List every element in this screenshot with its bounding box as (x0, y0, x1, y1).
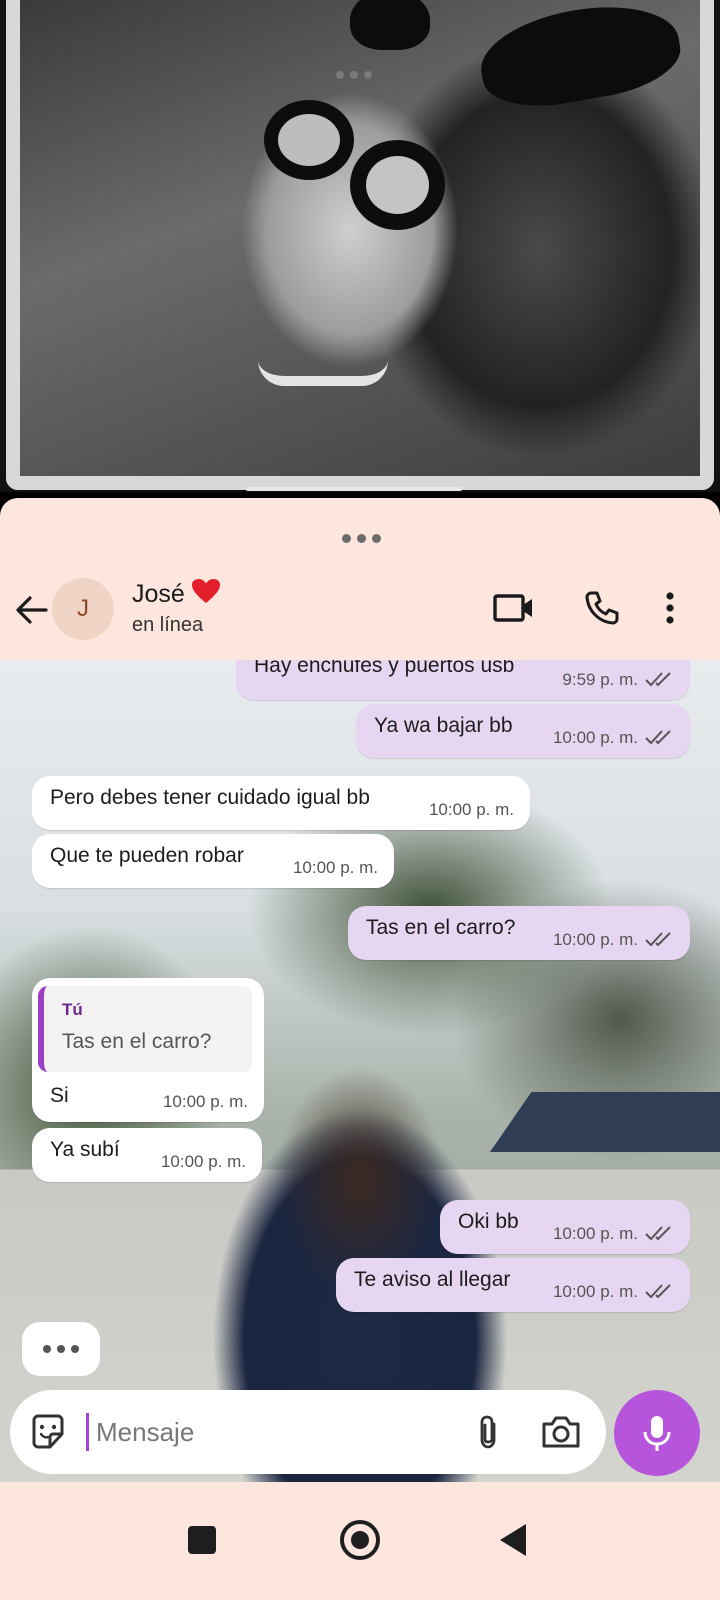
double-check-icon (645, 672, 671, 687)
message-text: Ya subí (50, 1138, 120, 1161)
double-check-icon (645, 730, 671, 745)
home-button[interactable] (340, 1520, 380, 1560)
chat-window: J José en línea Hay enchufes y puertos u… (0, 498, 720, 1600)
quoted-text: Tas en el carro? (62, 1030, 212, 1053)
message-outgoing[interactable]: Te aviso al llegar 10:00 p. m. (336, 1258, 690, 1312)
mic-icon (643, 1416, 671, 1451)
mask-ear-left (350, 0, 430, 50)
message-time: 10:00 p. m. (428, 800, 514, 819)
contact-status: en línea (132, 614, 204, 636)
message-time: 10:00 p. m. (552, 1282, 638, 1301)
avatar-letter: J (77, 595, 89, 622)
message-text: Que te pueden robar (50, 844, 244, 867)
message-time: 10:00 p. m. (552, 930, 638, 949)
video-call-button[interactable] (492, 588, 536, 633)
message-text: Te aviso al llegar (354, 1268, 511, 1291)
message-incoming[interactable]: Ya subí 10:00 p. m. (32, 1128, 262, 1182)
quoted-author: Tú (62, 1000, 83, 1019)
paperclip-icon (480, 1415, 496, 1449)
top-split-app (0, 0, 720, 492)
message-incoming[interactable]: Pero debes tener cuidado igual bb 10:00 … (32, 776, 530, 830)
mask-eye-left (264, 100, 354, 180)
camera-icon (542, 1416, 580, 1448)
recents-button[interactable] (188, 1526, 216, 1554)
voice-call-button[interactable] (582, 588, 622, 633)
message-time: 10:00 p. m. (162, 1092, 248, 1111)
message-incoming[interactable]: Que te pueden robar 10:00 p. m. (32, 834, 394, 888)
message-outgoing[interactable]: Ya wa bajar bb 10:00 p. m. (356, 704, 690, 758)
message-text: Si (50, 1084, 69, 1107)
red-heart-icon (191, 579, 220, 603)
top-app-handle-dots[interactable] (336, 71, 372, 79)
system-nav-bar (0, 1482, 720, 1600)
contact-name[interactable]: José (132, 578, 221, 609)
message-outgoing[interactable]: Hay enchufes y puertos usb 9:59 p. m. (236, 660, 690, 700)
chat-header: J José en línea (0, 570, 720, 660)
video-call-icon (493, 594, 532, 622)
mask-ear-right (473, 0, 687, 117)
typing-indicator (22, 1322, 100, 1376)
phone-icon (585, 591, 619, 625)
message-text: Pero debes tener cuidado igual bb (50, 786, 370, 809)
message-text: Oki bb (458, 1210, 519, 1233)
avatar[interactable]: J (52, 578, 114, 640)
arrow-left-icon (16, 596, 48, 624)
message-time: 10:00 p. m. (292, 858, 378, 877)
chat-app-handle-dots[interactable] (342, 534, 381, 543)
message-text: Tas en el carro? (366, 916, 516, 939)
message-time: 10:00 p. m. (160, 1152, 246, 1171)
message-outgoing[interactable]: Oki bb 10:00 p. m. (440, 1200, 690, 1254)
text-caret (86, 1413, 89, 1451)
message-time: 10:00 p. m. (552, 728, 638, 747)
more-vert-icon (666, 592, 674, 624)
message-input[interactable] (96, 1402, 456, 1462)
message-outgoing[interactable]: Tas en el carro? 10:00 p. m. (348, 906, 690, 960)
sticker-button[interactable] (28, 1412, 68, 1457)
back-button[interactable] (12, 590, 52, 630)
more-options-button[interactable] (664, 588, 676, 633)
double-check-icon (645, 1226, 671, 1241)
message-time: 10:00 p. m. (552, 1224, 638, 1243)
system-back-button[interactable] (500, 1524, 526, 1556)
quoted-message[interactable]: Tú Tas en el carro? (38, 986, 252, 1072)
message-time: 9:59 p. m. (562, 670, 638, 689)
mask-eye-right (350, 140, 445, 230)
message-text: Ya wa bajar bb (374, 714, 513, 737)
message-composer (10, 1390, 606, 1474)
double-check-icon (645, 1284, 671, 1299)
message-text: Hay enchufes y puertos usb (254, 660, 515, 677)
split-screen-divider[interactable] (246, 487, 462, 491)
necklace (258, 360, 388, 386)
chat-wallpaper: Hay enchufes y puertos usb 9:59 p. m. Ya… (0, 660, 720, 1482)
camera-button[interactable] (540, 1412, 582, 1457)
attach-button[interactable] (468, 1412, 508, 1457)
wallpaper-roof (490, 1092, 720, 1152)
sticker-icon (32, 1414, 64, 1449)
message-incoming-reply[interactable]: Tú Tas en el carro? Si 10:00 p. m. (32, 978, 264, 1122)
voice-message-button[interactable] (614, 1390, 700, 1476)
double-check-icon (645, 932, 671, 947)
contact-name-text: José (132, 580, 185, 608)
